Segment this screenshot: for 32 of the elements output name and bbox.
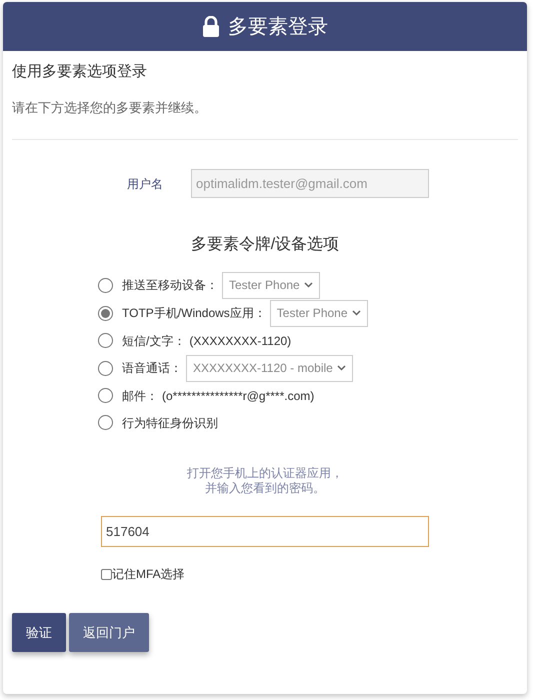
option-label: 行为特征身份识别 <box>122 414 218 432</box>
radio-button[interactable] <box>98 360 113 376</box>
header-title: 多要素登录 <box>228 14 328 40</box>
device-select[interactable]: Tester Phone <box>222 272 320 298</box>
back-button[interactable]: 返回门户 <box>69 613 149 652</box>
radio-button[interactable] <box>98 415 113 430</box>
caret-icon <box>352 310 361 316</box>
hint-text: 打开您手机上的认证器应用， <box>187 466 343 481</box>
option-label: 短信/文字： <box>122 332 186 350</box>
option-detail: (XXXXXXXX-1120) <box>189 332 292 350</box>
caret-icon <box>336 365 346 371</box>
verify-button[interactable]: 验证 <box>12 613 66 652</box>
device-select[interactable]: XXXXXXXX-1120 - mobile <box>186 354 353 382</box>
radio-button[interactable] <box>98 306 113 320</box>
option-label: 邮件： <box>122 388 158 404</box>
options-title: 多要素令牌/设备选项 <box>190 234 340 255</box>
lock-icon <box>202 16 220 38</box>
code-field[interactable]: 517604 <box>101 516 429 547</box>
subtitle: 使用多要素选项登录 <box>12 62 148 82</box>
option-label: 语音通话： <box>122 360 182 377</box>
option-label: TOTP手机/Windows应用： <box>122 305 266 322</box>
caret-icon <box>304 282 313 288</box>
hint-text: 并输入您看到的密码。 <box>205 481 325 496</box>
option-detail: (o***************r@g****.com) <box>162 388 314 404</box>
description: 请在下方选择您的多要素并继续。 <box>12 98 208 116</box>
radio-button[interactable] <box>98 333 113 348</box>
radio-button[interactable] <box>98 278 113 292</box>
device-select[interactable]: Tester Phone <box>270 300 368 326</box>
remember-checkbox[interactable]: 记住MFA选择 <box>101 565 518 583</box>
username-label: 用户名 <box>127 176 164 192</box>
option-label: 推送至移动设备： <box>122 277 218 294</box>
radio-button[interactable] <box>98 388 113 403</box>
